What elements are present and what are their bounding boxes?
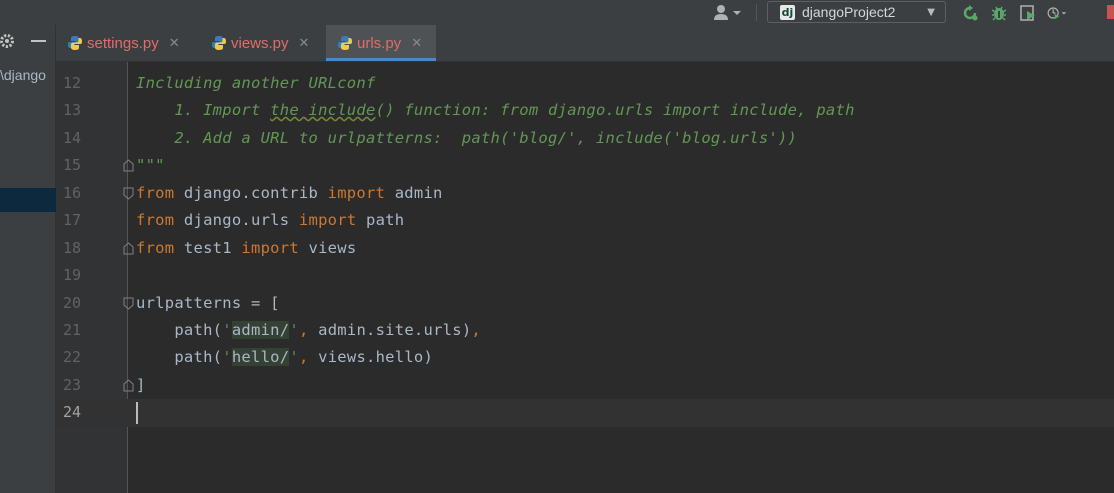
close-icon[interactable]: ✕ bbox=[411, 35, 422, 51]
line-number: 18 bbox=[62, 239, 81, 257]
user-account-button[interactable] bbox=[713, 4, 743, 21]
tab-label: settings.py bbox=[87, 34, 159, 52]
rerun-icon bbox=[963, 4, 978, 20]
code-line: 12 Including another URLconf bbox=[0, 70, 1114, 97]
code-line: 16 from django.contrib import admin bbox=[0, 180, 1114, 207]
code-line: 20 urlpatterns = [ bbox=[0, 290, 1114, 317]
line-number: 23 bbox=[62, 376, 81, 394]
line-number: 13 bbox=[62, 101, 81, 119]
line-number: 14 bbox=[62, 129, 81, 147]
line-number: 17 bbox=[62, 211, 81, 229]
user-icon bbox=[714, 5, 741, 20]
line-number: 16 bbox=[62, 184, 81, 202]
line-number: 21 bbox=[62, 321, 81, 339]
code-text: from django.urls import path bbox=[136, 211, 405, 229]
debug-button[interactable] bbox=[989, 3, 1009, 23]
gear-icon[interactable] bbox=[0, 32, 18, 50]
code-line: 22 path('hello/', views.hello) bbox=[0, 344, 1114, 371]
code-text: ] bbox=[136, 376, 146, 394]
fold-start-icon[interactable] bbox=[123, 187, 134, 200]
text-cursor bbox=[136, 402, 138, 424]
fold-end-icon[interactable] bbox=[123, 242, 134, 255]
run-coverage-icon bbox=[1020, 4, 1035, 21]
code-text: """ bbox=[136, 156, 165, 174]
line-number: 19 bbox=[62, 266, 81, 284]
line-number: 12 bbox=[62, 74, 81, 92]
project-panel-header bbox=[0, 32, 56, 52]
code-text: Including another URLconf bbox=[136, 74, 376, 92]
profile-icon bbox=[1047, 6, 1067, 19]
line-number: 20 bbox=[62, 294, 81, 312]
fold-end-icon[interactable] bbox=[123, 379, 134, 392]
code-text: 1. Import the include() function: from d… bbox=[136, 101, 855, 119]
code-text: 2. Add a URL to urlpatterns: path('blog/… bbox=[136, 129, 798, 147]
close-icon[interactable]: ✕ bbox=[169, 35, 180, 51]
close-icon[interactable]: ✕ bbox=[299, 35, 310, 51]
python-file-icon bbox=[338, 36, 352, 50]
code-text: path('hello/', views.hello) bbox=[136, 348, 434, 366]
chevron-down-icon: ▼ bbox=[927, 6, 935, 18]
tab-label: views.py bbox=[231, 34, 289, 52]
toolbar-separator bbox=[756, 4, 757, 21]
editor-tabs: settings.py ✕ views.py ✕ urls.py ✕ bbox=[56, 25, 1114, 62]
line-number: 15 bbox=[62, 156, 81, 174]
stop-icon[interactable] bbox=[1107, 5, 1114, 19]
code-text: urlpatterns = [ bbox=[136, 294, 280, 312]
code-line: 13 1. Import the include() function: fro… bbox=[0, 97, 1114, 124]
run-actions bbox=[960, 2, 1067, 23]
code-line: 23 ] bbox=[0, 372, 1114, 399]
django-icon: dj bbox=[780, 4, 795, 20]
code-line: 19 bbox=[0, 262, 1114, 289]
code-line: 18 from test1 import views bbox=[0, 235, 1114, 262]
code-line: 21 path('admin/', admin.site.urls), bbox=[0, 317, 1114, 344]
fold-start-icon[interactable] bbox=[123, 297, 134, 310]
rerun-button[interactable] bbox=[960, 3, 980, 23]
code-text: from test1 import views bbox=[136, 239, 357, 257]
run-configuration-label: djangoProject2 bbox=[802, 4, 896, 20]
tab-settings[interactable]: settings.py ✕ bbox=[67, 25, 209, 61]
code-text: path('admin/', admin.site.urls), bbox=[136, 321, 482, 339]
run-configuration-select[interactable]: dj djangoProject2 ▼ bbox=[767, 1, 946, 23]
code-text: from django.contrib import admin bbox=[136, 184, 443, 202]
python-file-icon bbox=[212, 36, 226, 50]
debug-icon bbox=[991, 6, 1007, 21]
tab-urls[interactable]: urls.py ✕ bbox=[326, 25, 436, 61]
run-with-coverage-button[interactable] bbox=[1018, 3, 1038, 23]
line-number: 22 bbox=[62, 348, 81, 366]
tab-views[interactable]: views.py ✕ bbox=[211, 25, 323, 61]
minimize-icon[interactable] bbox=[31, 40, 46, 42]
python-file-icon bbox=[68, 36, 82, 50]
main-toolbar: dj djangoProject2 ▼ bbox=[0, 0, 1114, 25]
fold-end-icon[interactable] bbox=[123, 159, 134, 172]
code-line: 14 2. Add a URL to urlpatterns: path('bl… bbox=[0, 125, 1114, 152]
profile-button[interactable] bbox=[1047, 3, 1067, 23]
line-number: 24 bbox=[62, 403, 81, 421]
code-line: 24 bbox=[0, 399, 1114, 426]
code-line: 15 """ bbox=[0, 152, 1114, 179]
tab-label: urls.py bbox=[357, 34, 402, 52]
code-line: 17 from django.urls import path bbox=[0, 207, 1114, 234]
